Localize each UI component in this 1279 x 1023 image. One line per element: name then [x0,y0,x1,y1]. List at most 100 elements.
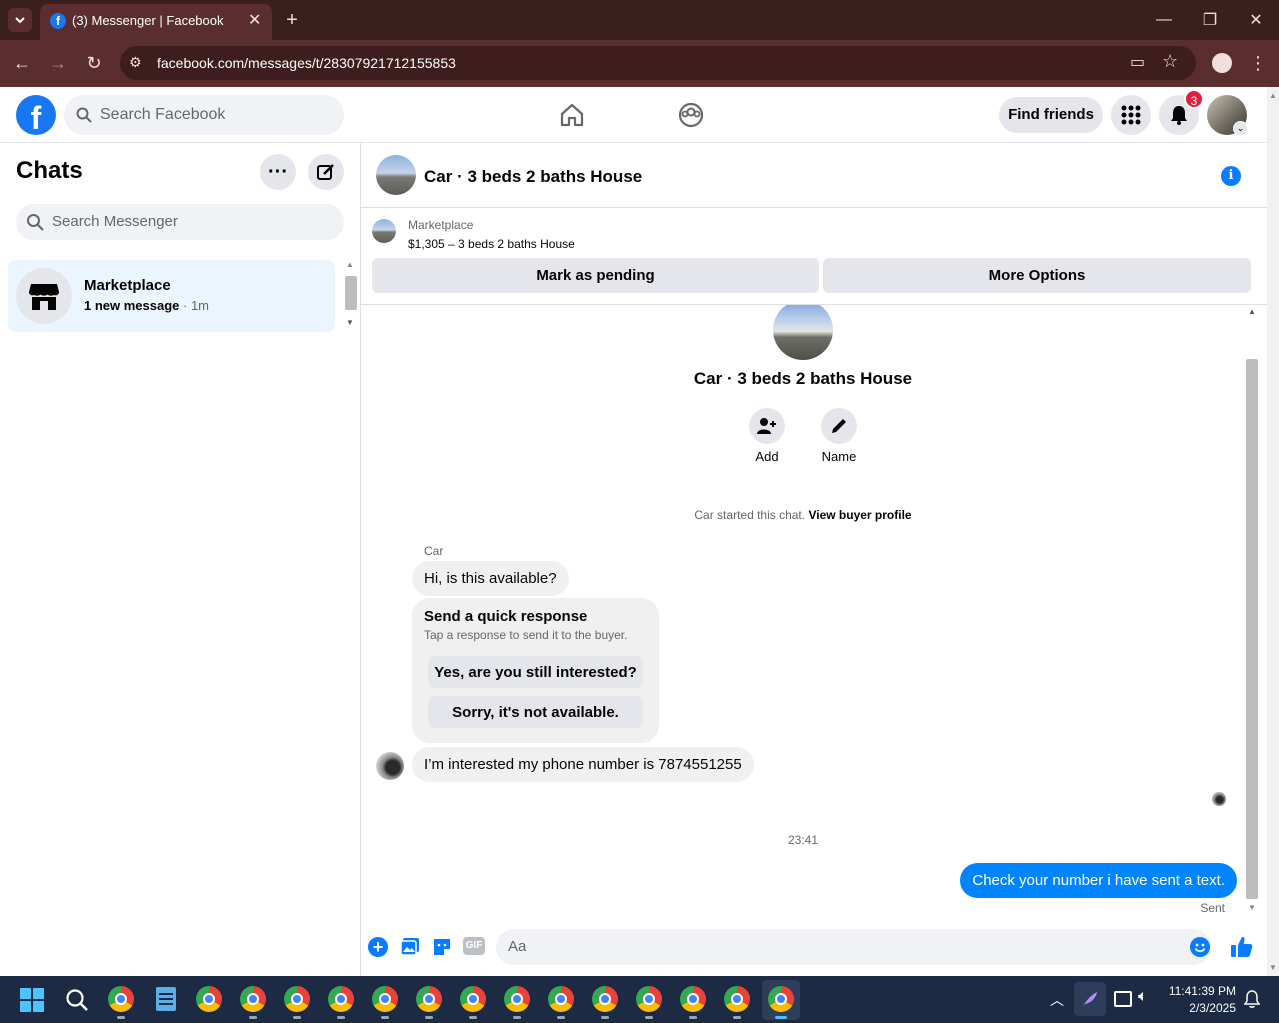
bell-icon [1171,106,1187,125]
restore-icon[interactable]: ❐ [1198,8,1222,32]
notifications-bell-icon[interactable] [1243,990,1261,1008]
profile-icon[interactable] [1212,53,1232,73]
add-people-button[interactable] [749,408,785,444]
chrome-profile-app-icon[interactable] [416,986,442,1012]
mark-as-pending-button[interactable]: Mark as pending [372,258,819,293]
close-tab-icon[interactable]: ✕ [248,10,261,30]
chrome-profile-app-icon[interactable] [768,986,794,1012]
chrome-profile-app-icon[interactable] [724,986,750,1012]
sidebar-scrollbar[interactable]: ▲ ▼ [344,260,358,330]
show-hidden-icons-chevron-icon[interactable]: ︿ [1050,990,1064,1010]
new-message-button[interactable] [308,154,344,190]
message-input-placeholder: Aa [508,938,527,955]
chrome-profile-app-icon[interactable] [680,986,706,1012]
quick-response-title: Send a quick response [424,608,588,625]
chrome-profile-app-icon[interactable] [372,986,398,1012]
more-actions-icon[interactable]: + [368,937,388,957]
back-icon[interactable]: ← [10,51,34,75]
compose-icon [317,164,334,180]
sent-message-bubble[interactable]: Check your number i have sent a text. [960,863,1237,898]
like-thumbs-up-icon[interactable] [1230,935,1254,959]
bookmark-star-icon[interactable]: ☆ [1162,51,1178,72]
site-info-icon[interactable]: ⚙ [129,54,142,71]
add-label: Add [755,449,779,464]
minimize-icon[interactable]: — [1152,8,1176,32]
messages-scrollbar[interactable]: ▲ ▼ [1245,305,1259,917]
conversation-title[interactable]: Car · 3 beds 2 baths House [424,167,642,187]
quick-response-option[interactable]: Yes, are you still interested? [428,656,643,688]
tab-search-icon[interactable] [8,8,32,32]
chrome-profile-app-icon[interactable] [548,986,574,1012]
chrome-profile-app-icon[interactable] [284,986,310,1012]
emoji-icon[interactable] [1190,937,1210,957]
group-photo [773,305,833,360]
facebook-logo-icon[interactable]: f [16,95,56,135]
marketplace-avatar [16,268,72,324]
notepad-app-icon[interactable] [156,987,176,1011]
address-bar[interactable]: ⚙ facebook.com/messages/t/28307921712155… [120,46,1196,80]
menu-dots-icon[interactable]: ⋮ [1248,51,1268,75]
tray-app-active[interactable] [1074,982,1106,1016]
listing-source: Marketplace [408,218,474,232]
install-app-icon[interactable]: ▭ [1130,52,1145,72]
running-indicator [601,1016,609,1019]
chrome-profile-app-icon[interactable] [240,986,266,1012]
message-bubble[interactable]: Hi, is this available? [412,561,569,596]
quick-response-option[interactable]: Sorry, it's not available. [428,696,643,728]
browser-tab-bar: f (3) Messenger | Facebook ✕ + — ❐ ✕ [0,0,1279,40]
close-window-icon[interactable]: ✕ [1244,8,1268,32]
conversation-header: Car · 3 beds 2 baths House i [361,143,1267,208]
running-indicator [381,1016,389,1019]
rename-button[interactable] [821,408,857,444]
menu-grid-button[interactable] [1111,95,1151,135]
search-facebook-input[interactable]: Search Facebook [64,95,344,135]
facebook-favicon-icon: f [50,13,66,29]
chat-options-button[interactable]: ··· [260,154,296,190]
photo-icon[interactable] [400,937,420,957]
running-indicator [425,1016,433,1019]
volume-icon[interactable]: 🔈︎ [1138,988,1148,1006]
account-chevron-icon[interactable]: ⌄ [1233,121,1248,136]
conversation-info-icon[interactable]: i [1221,166,1241,186]
chats-sidebar: Chats ··· Search Messenger Marketplace 1… [0,143,361,976]
windows-start-icon[interactable] [20,988,44,1012]
browser-tab[interactable]: f (3) Messenger | Facebook ✕ [40,4,272,40]
reload-icon[interactable]: ↻ [82,51,106,75]
clock-time[interactable]: 11:41:39 PM [1166,984,1236,998]
listing-thumbnail[interactable] [376,155,416,195]
new-tab-icon[interactable]: + [280,8,304,32]
view-buyer-profile-link[interactable]: View buyer profile [808,508,911,522]
chrome-app-icon[interactable] [196,986,222,1012]
find-friends-button[interactable]: Find friends [999,97,1103,133]
gif-icon[interactable]: GIF [463,937,485,955]
timestamp: 23:41 [787,833,819,847]
forward-icon[interactable]: → [46,51,70,75]
chrome-app-icon[interactable] [108,986,134,1012]
message-bubble[interactable]: I’m interested my phone number is 787455… [412,747,754,782]
sender-avatar[interactable] [376,752,404,780]
listing-summary[interactable]: $1,305 – 3 beds 2 baths House [408,237,575,251]
messages-area: Car · 3 beds 2 baths House Add Name Car … [361,305,1267,917]
network-icon[interactable] [1114,991,1132,1007]
chrome-profile-app-icon[interactable] [460,986,486,1012]
chrome-profile-app-icon[interactable] [504,986,530,1012]
chat-list-item[interactable]: Marketplace 1 new message · 1m [8,260,335,332]
chat-time: · 1m [183,298,210,313]
more-options-button[interactable]: More Options [823,258,1251,293]
page-scrollbar[interactable]: ▲ ▼ [1267,87,1279,976]
chrome-profile-app-icon[interactable] [328,986,354,1012]
chrome-profile-app-icon[interactable] [636,986,662,1012]
sticker-icon[interactable] [432,937,452,957]
home-icon[interactable] [558,101,586,129]
message-input[interactable]: Aa [496,929,1211,965]
browser-toolbar: ← → ↻ ⚙ facebook.com/messages/t/28307921… [0,40,1279,87]
shop-icon [29,284,59,310]
listing-small-thumbnail [372,219,396,243]
search-messenger-input[interactable]: Search Messenger [16,204,344,240]
pencil-icon [832,419,846,433]
chrome-profile-app-icon[interactable] [592,986,618,1012]
groups-icon[interactable] [677,101,705,129]
taskbar-search-icon[interactable] [65,988,89,1012]
clock-date[interactable]: 2/3/2025 [1166,1001,1236,1015]
seen-by-avatar [1212,792,1226,806]
